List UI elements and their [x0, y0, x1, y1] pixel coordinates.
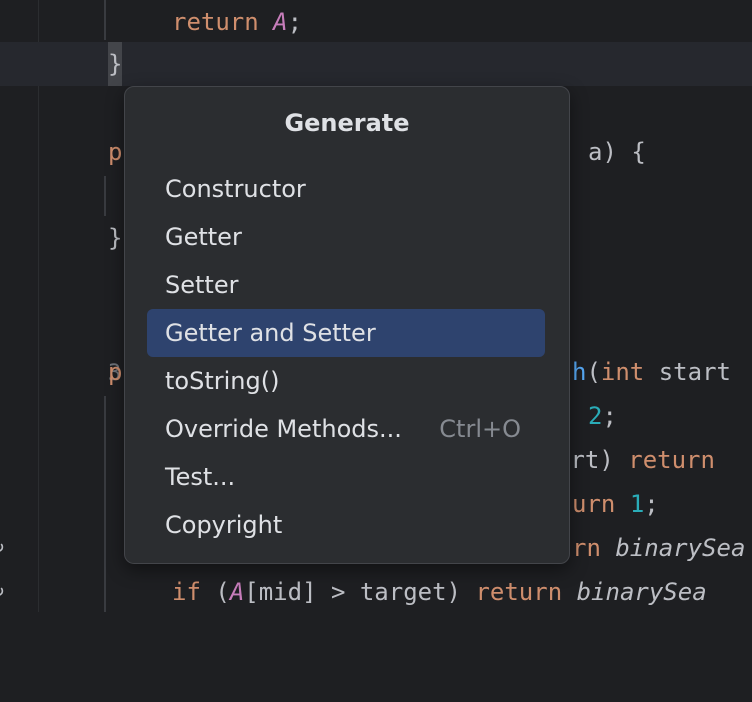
code-line[interactable]: return A; [0, 0, 752, 44]
method-call: binarySea [576, 578, 707, 606]
popup-title: Generate [284, 109, 410, 137]
menu-item-getter[interactable]: Getter [147, 213, 545, 261]
number-literal: 1 [629, 490, 645, 518]
menu-item-label: Setter [165, 271, 239, 299]
code-line[interactable]: if (A[mid] > target) return binarySea [0, 570, 752, 614]
field-ref: A [273, 8, 288, 36]
keyword: return [628, 446, 715, 474]
menu-item-shortcut: Ctrl+O [439, 415, 521, 443]
keyword: p [108, 138, 123, 166]
keyword: return [172, 8, 259, 36]
menu-item-label: Test... [165, 463, 236, 491]
menu-item-getter-and-setter[interactable]: Getter and Setter [147, 309, 545, 357]
menu-item-copyright[interactable]: Copyright [147, 501, 545, 549]
menu-item-label: Getter [165, 223, 242, 251]
method-call: binarySea [615, 534, 746, 562]
code-text: ; [602, 402, 617, 430]
code-line-current[interactable]: } [0, 42, 752, 86]
number-literal: 2 [588, 402, 603, 430]
field-ref: A [229, 578, 245, 606]
menu-item-label: toString() [165, 367, 280, 395]
menu-item-override-methods[interactable]: Override Methods... Ctrl+O [147, 405, 545, 453]
keyword: p [108, 358, 123, 386]
code-text: ( [200, 578, 230, 606]
menu-item-tostring[interactable]: toString() [147, 357, 545, 405]
keyword: return [475, 578, 563, 606]
indent-guide [104, 176, 106, 216]
code-text: } [108, 224, 123, 252]
generate-popup: Generate Constructor Getter Setter Gette… [124, 86, 570, 564]
code-text: [mid] > target) [244, 578, 476, 606]
menu-item-setter[interactable]: Setter [147, 261, 545, 309]
menu-item-constructor[interactable]: Constructor [147, 165, 545, 213]
menu-item-test[interactable]: Test... [147, 453, 545, 501]
menu-item-label: Constructor [165, 175, 306, 203]
code-text: a) { [588, 138, 646, 166]
code-text: ( [586, 358, 601, 386]
code-text: ; [287, 8, 303, 36]
code-text: start [644, 358, 731, 386]
menu-item-label: Copyright [165, 511, 283, 539]
code-text: ; [644, 490, 659, 518]
menu-item-label: Getter and Setter [165, 319, 376, 347]
method-name: h [572, 358, 587, 386]
matched-brace: } [108, 42, 123, 86]
keyword: urn [572, 490, 616, 518]
menu-item-label: Override Methods... [165, 415, 402, 443]
keyword: rn [572, 534, 601, 562]
keyword: int [600, 358, 645, 386]
keyword: if [172, 578, 201, 606]
